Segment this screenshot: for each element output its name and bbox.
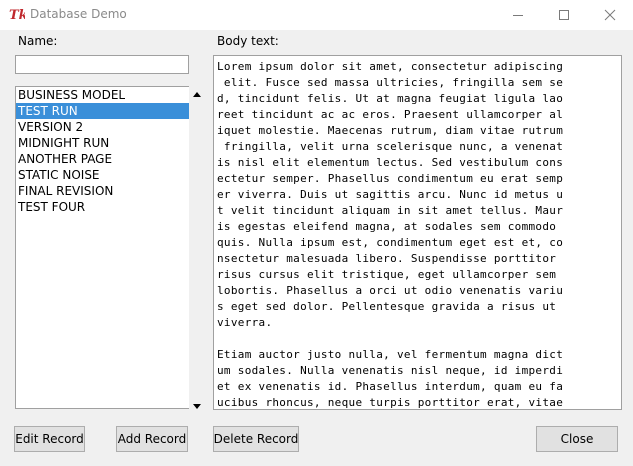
- add-record-button[interactable]: Add Record: [116, 426, 188, 452]
- body-text-line: er viverra. Duis ut sagittis arcu. Nunc …: [217, 188, 564, 201]
- name-input[interactable]: [15, 55, 189, 74]
- body-text-line: is egestas eleifend magna, at sodales se…: [217, 220, 564, 233]
- minimize-button[interactable]: [495, 0, 541, 30]
- edit-record-button[interactable]: Edit Record: [14, 426, 85, 452]
- listbox-scrollbar[interactable]: [189, 86, 205, 415]
- maximize-button[interactable]: [541, 0, 587, 30]
- body-text-line: elit. Fusce sed massa ultricies, fringil…: [217, 76, 564, 89]
- list-item[interactable]: BUSINESS MODEL: [16, 87, 189, 103]
- scrollbar-thumb[interactable]: [191, 103, 203, 398]
- arrow-up-icon: [193, 92, 201, 97]
- body-text-line: um sodales. Nulla venenatis nisl neque, …: [217, 364, 564, 377]
- body-text-line: viverra.: [217, 316, 273, 329]
- arrow-down-icon: [193, 404, 201, 409]
- maximize-icon: [559, 10, 569, 20]
- body-text-line: s eget sed dolor. Pellentesque gravida a…: [217, 300, 564, 313]
- body-text-content: Lorem ipsum dolor sit amet, consectetur …: [217, 59, 621, 409]
- body-text-line: Lorem ipsum dolor sit amet, consectetur …: [217, 60, 564, 73]
- body-text-line: reet tincidunt ac ac eros. Praesent ulla…: [217, 108, 564, 121]
- body-text-line: nsectetur malesuada libero. Suspendisse …: [217, 252, 564, 265]
- scroll-up-button[interactable]: [189, 86, 205, 103]
- body-text-line: fringilla, velit urna scelerisque nunc, …: [217, 140, 564, 153]
- title-bar: Tk Database Demo: [0, 0, 633, 30]
- name-label: Name:: [18, 34, 58, 48]
- body-text-line: d, tincidunt felis. Ut at magna feugiat …: [217, 92, 564, 105]
- list-item[interactable]: TEST FOUR: [16, 199, 189, 215]
- body-text-label: Body text:: [217, 34, 279, 48]
- list-item[interactable]: ANOTHER PAGE: [16, 151, 189, 167]
- delete-record-button[interactable]: Delete Record: [213, 426, 299, 452]
- list-item-selected[interactable]: TEST RUN: [16, 103, 189, 119]
- list-item[interactable]: FINAL REVISION: [16, 183, 189, 199]
- body-text-line: Etiam auctor justo nulla, vel fermentum …: [217, 348, 564, 361]
- minimize-icon: [513, 15, 523, 16]
- body-text-line: ectetur semper. Phasellus condimentum eu…: [217, 172, 564, 185]
- body-text-area[interactable]: Lorem ipsum dolor sit amet, consectetur …: [213, 55, 622, 410]
- body-text-line: t velit tincidunt aliquam in sit amet te…: [217, 204, 564, 217]
- close-button[interactable]: Close: [536, 426, 618, 452]
- body-text-line: ucibus rhoncus, neque turpis porttitor e…: [217, 396, 564, 409]
- tk-feather-icon: Tk: [9, 8, 25, 22]
- scroll-down-button[interactable]: [189, 398, 205, 415]
- list-item[interactable]: VERSION 2: [16, 119, 189, 135]
- close-window-button[interactable]: [587, 0, 633, 30]
- body-text-line: lobortis. Phasellus a orci ut odio venen…: [217, 284, 564, 297]
- list-item[interactable]: MIDNIGHT RUN: [16, 135, 189, 151]
- list-item[interactable]: STATIC NOISE: [16, 167, 189, 183]
- body-text-line: is nisl elit elementum lectus. Sed vesti…: [217, 156, 564, 169]
- body-text-line: quis. Nulla ipsum est, condimentum eget …: [217, 236, 564, 249]
- close-icon: [604, 9, 616, 21]
- body-text-line: risus cursus elit tristique, eget ullamc…: [217, 268, 564, 281]
- svg-text:Tk: Tk: [9, 8, 25, 22]
- records-listbox[interactable]: BUSINESS MODEL TEST RUN VERSION 2 MIDNIG…: [15, 86, 190, 409]
- body-text-line: iquet molestie. Maecenas rutrum, diam vi…: [217, 124, 564, 137]
- body-text-line: et ex venenatis id. Phasellus interdum, …: [217, 380, 564, 393]
- window-title: Database Demo: [30, 7, 127, 21]
